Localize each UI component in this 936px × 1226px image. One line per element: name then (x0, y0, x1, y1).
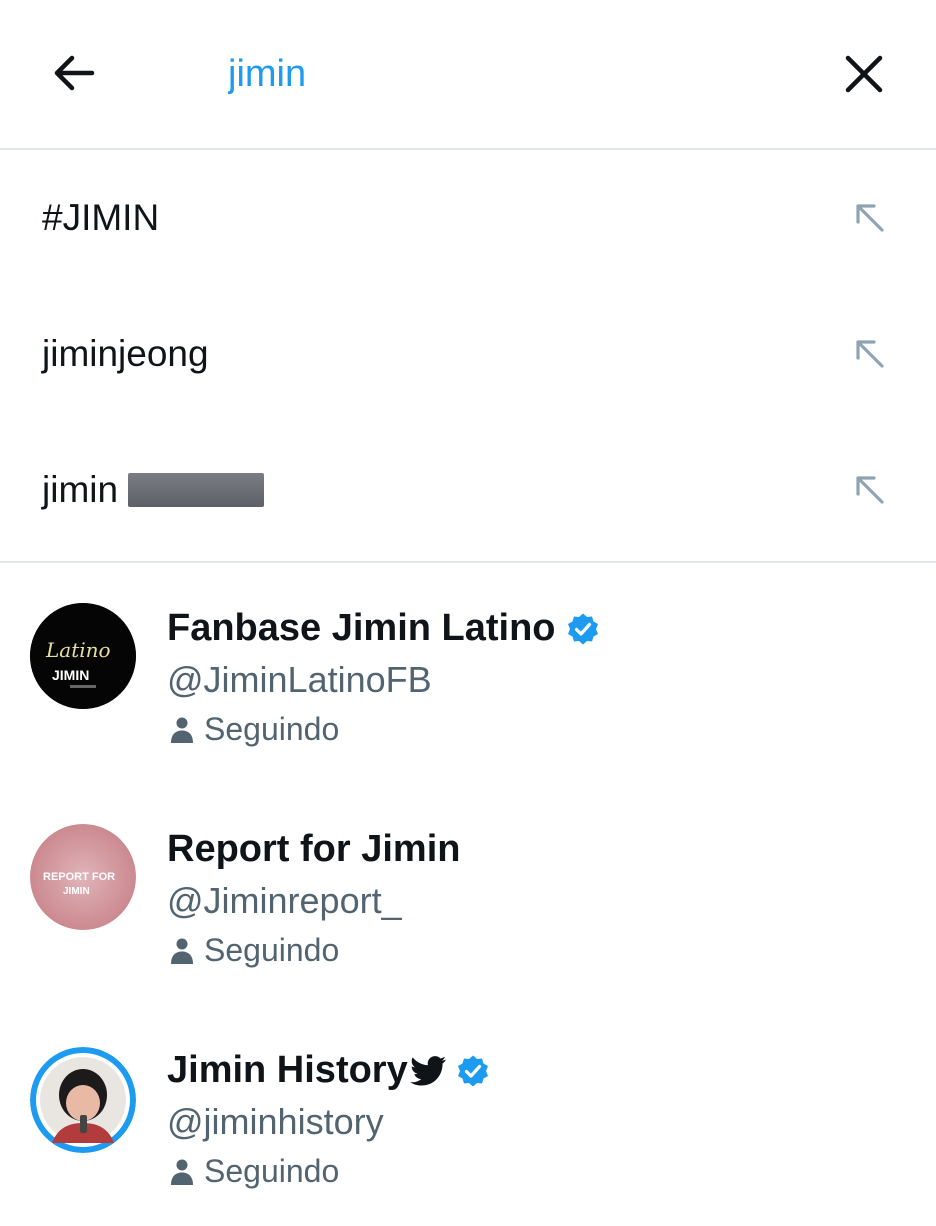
following-status: Seguindo (170, 711, 339, 748)
person-icon (170, 937, 194, 965)
name-row: Report for Jimin (167, 828, 460, 871)
search-suggestions: #JIMIN jiminjeong jimin (0, 150, 936, 558)
name-row: Fanbase Jimin Latino (167, 607, 600, 650)
avatar-line2-text: JIMIN (63, 886, 90, 897)
fill-suggestion-button[interactable] (850, 198, 890, 238)
avatar-line1-text: REPORT FOR (43, 871, 115, 883)
suggestion-item[interactable]: #JIMIN (0, 150, 936, 286)
user-handle: @jiminhistory (167, 1101, 384, 1142)
person-icon (170, 1158, 194, 1186)
following-status: Seguindo (170, 932, 339, 969)
user-display-name: Fanbase Jimin Latino (167, 607, 556, 649)
person-icon (170, 716, 194, 744)
suggestion-item[interactable]: jimin (0, 422, 936, 558)
arrow-up-left-icon (856, 340, 884, 368)
name-row: Jimin History (167, 1049, 490, 1092)
user-handle: @JiminLatinoFB (167, 659, 432, 700)
suggestion-label: #JIMIN (42, 197, 160, 238)
user-display-name: Jimin History (167, 1049, 408, 1091)
suggestion-label: jimin (42, 469, 119, 510)
suggestion-item[interactable]: jiminjeong (0, 286, 936, 422)
avatar[interactable]: Latino JIMIN (30, 603, 136, 709)
fill-suggestion-button[interactable] (850, 470, 890, 510)
avatar-main-text: JIMIN (52, 667, 89, 683)
back-button[interactable] (48, 50, 100, 96)
fill-suggestion-button[interactable] (850, 334, 890, 374)
clear-search-button[interactable] (838, 48, 890, 100)
close-icon (845, 55, 883, 93)
arrow-up-left-icon (856, 476, 884, 504)
user-results: Latino JIMIN Fanbase Jimin Latino @Jimin… (0, 563, 936, 1226)
verified-badge-icon (456, 1054, 490, 1088)
twitter-bird-icon (409, 1055, 446, 1086)
following-label: Seguindo (204, 1153, 340, 1189)
following-label: Seguindo (204, 932, 340, 968)
following-status: Seguindo (170, 1153, 339, 1190)
user-result-item[interactable]: Jimin History @jiminhistory Seguindo (0, 1005, 936, 1226)
verified-badge-icon (566, 612, 600, 646)
avatar-script-text: Latino (45, 638, 111, 662)
arrow-left-icon (54, 55, 95, 91)
arrow-up-left-icon (856, 204, 884, 232)
redacted-text (128, 473, 265, 507)
suggestion-label: jiminjeong (42, 333, 209, 374)
avatar[interactable] (30, 1047, 136, 1153)
user-result-item[interactable]: Latino JIMIN Fanbase Jimin Latino @Jimin… (0, 563, 936, 784)
following-label: Seguindo (204, 711, 340, 747)
user-result-item[interactable]: REPORT FOR JIMIN Report for Jimin @Jimin… (0, 784, 936, 1005)
avatar[interactable]: REPORT FOR JIMIN (30, 824, 136, 930)
search-header (0, 0, 936, 150)
suggestion-label-wrapper: jimin (42, 469, 265, 511)
user-display-name: Report for Jimin (167, 828, 461, 870)
user-handle: @Jiminreport_ (167, 880, 402, 921)
search-input[interactable] (228, 46, 788, 102)
